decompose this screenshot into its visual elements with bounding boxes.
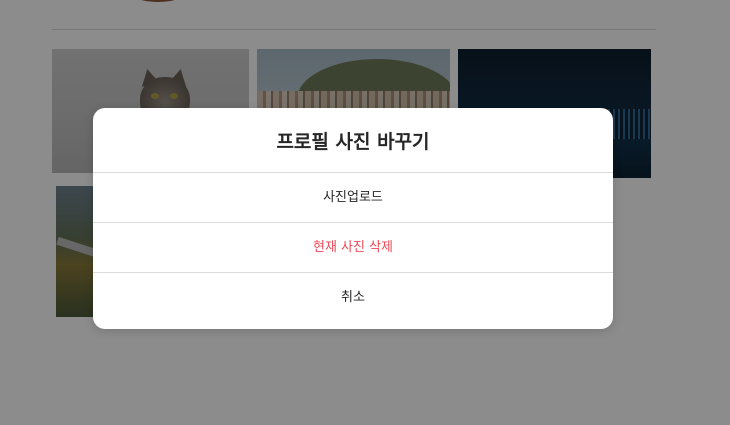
upload-photo-button[interactable]: 사진업로드 [93, 173, 613, 223]
dialog-title: 프로필 사진 바꾸기 [93, 108, 613, 173]
remove-current-photo-button[interactable]: 현재 사진 삭제 [93, 223, 613, 273]
change-profile-photo-dialog: 프로필 사진 바꾸기 사진업로드 현재 사진 삭제 취소 [93, 108, 613, 329]
profile-page: 프로필 사진 바꾸기 사진업로드 현재 사진 삭제 취소 [0, 0, 730, 425]
cancel-button[interactable]: 취소 [93, 273, 613, 329]
